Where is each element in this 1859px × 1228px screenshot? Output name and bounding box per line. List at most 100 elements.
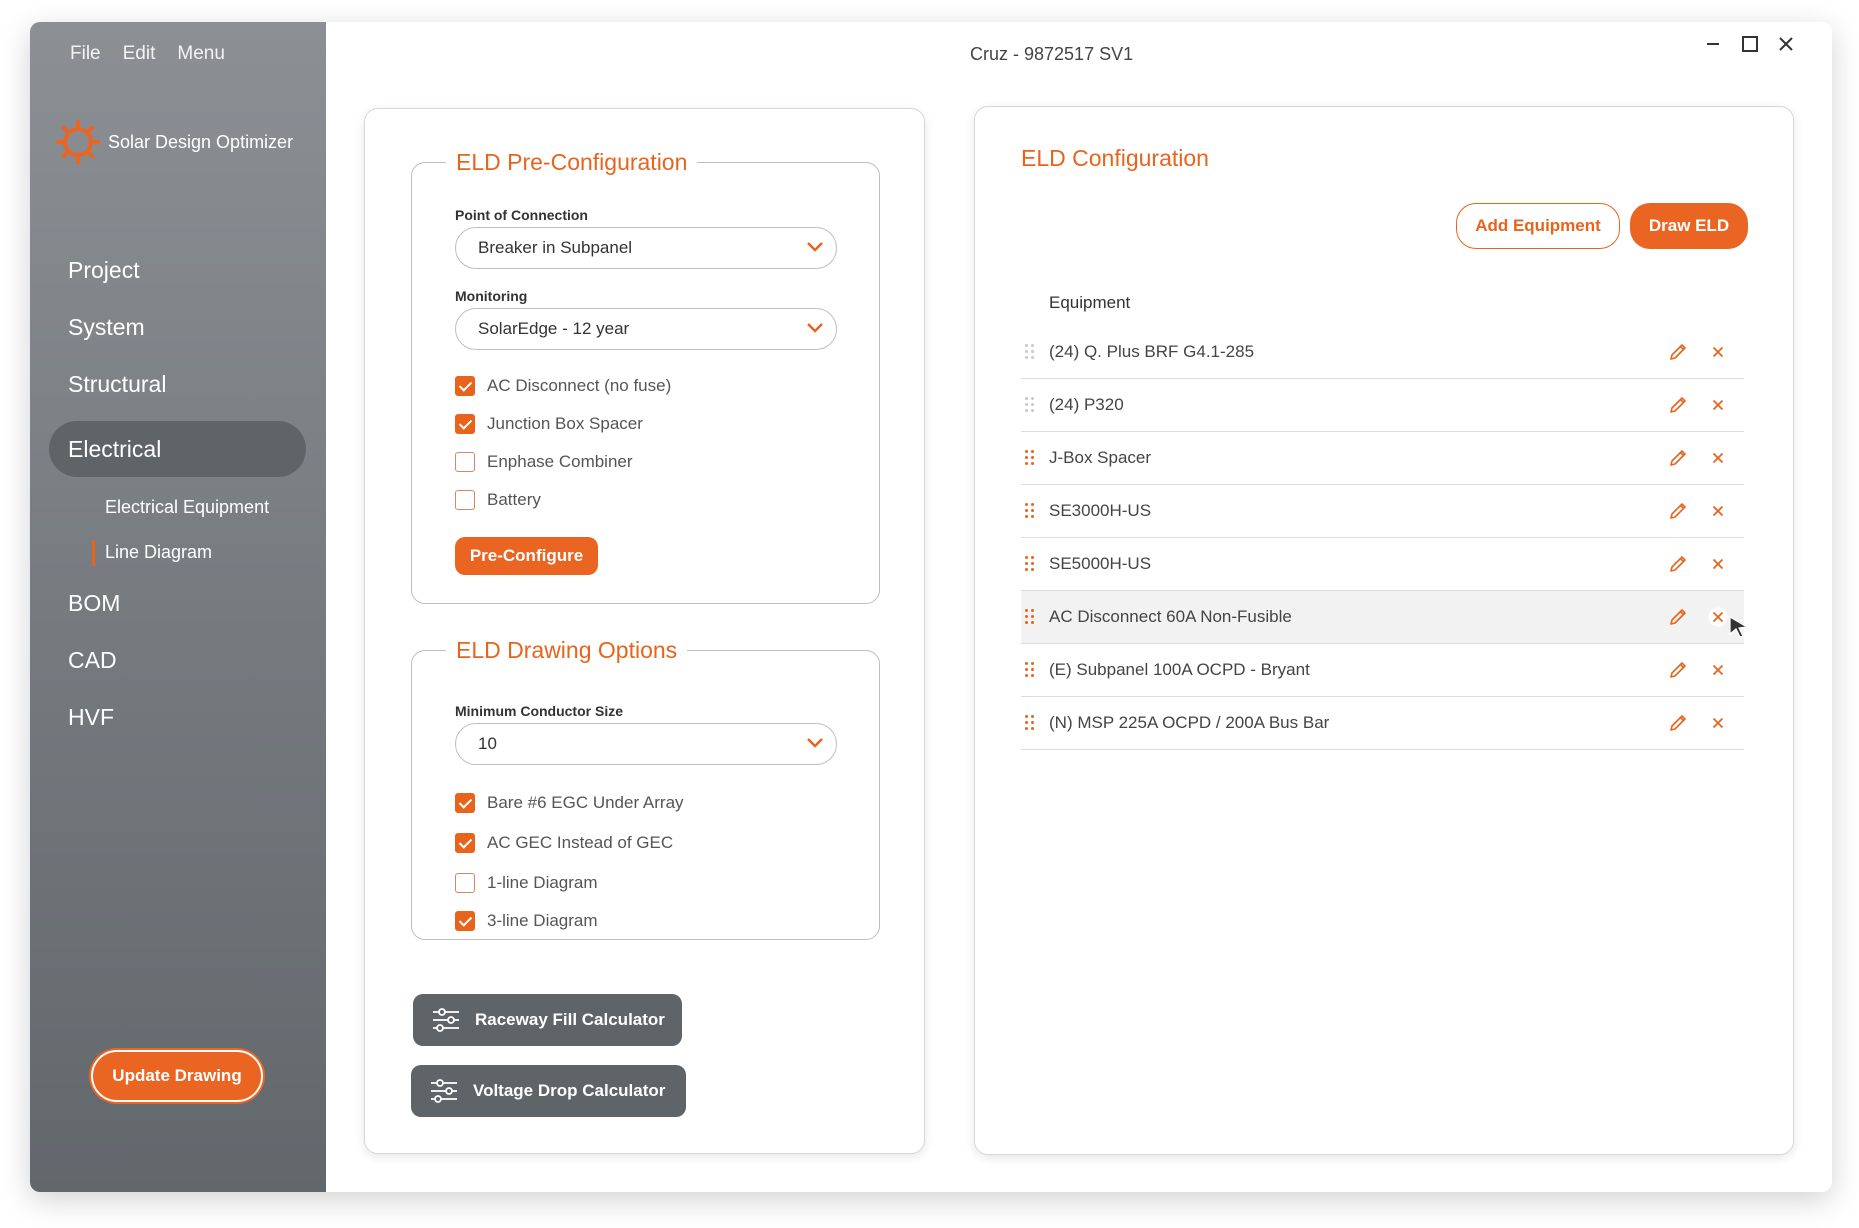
pencil-icon[interactable]	[1668, 501, 1688, 521]
table-row[interactable]: (24) Q. Plus BRF G4.1-285	[1021, 326, 1744, 379]
checkbox[interactable]	[455, 911, 475, 931]
table-row[interactable]: J-Box Spacer	[1021, 432, 1744, 485]
menu-menu[interactable]: Menu	[177, 43, 225, 65]
poc-select[interactable]: Breaker in Subpanel	[455, 227, 837, 269]
monitoring-select-value: SolarEdge - 12 year	[478, 319, 630, 338]
equipment-name: (24) Q. Plus BRF G4.1-285	[1049, 342, 1255, 361]
sidebar-item-bom[interactable]: BOM	[30, 575, 326, 632]
check-enphase-combiner[interactable]: Enphase Combiner	[455, 452, 633, 472]
raceway-fill-calculator-button[interactable]: Raceway Fill Calculator	[413, 994, 682, 1046]
drag-handle-icon[interactable]	[1025, 344, 1035, 360]
pre-configure-button[interactable]: Pre-Configure	[455, 537, 598, 575]
drag-handle-icon[interactable]	[1025, 503, 1035, 519]
checkbox[interactable]	[455, 873, 475, 893]
checkbox[interactable]	[455, 833, 475, 853]
check-label: Bare #6 EGC Under Array	[487, 793, 684, 812]
drag-handle-icon[interactable]	[1025, 715, 1035, 731]
check-ac-disconnect[interactable]: AC Disconnect (no fuse)	[455, 376, 671, 396]
poc-select-value: Breaker in Subpanel	[478, 238, 633, 257]
pencil-icon[interactable]	[1668, 448, 1688, 468]
app-name: Solar Design Optimizer	[108, 131, 294, 152]
table-row[interactable]: (N) MSP 225A OCPD / 200A Bus Bar	[1021, 697, 1744, 750]
app-window: File Edit Menu Solar Design Optimizer Pr…	[30, 22, 1832, 1192]
close-icon[interactable]	[1776, 34, 1796, 54]
delete-x-icon[interactable]	[1708, 713, 1728, 733]
delete-x-icon[interactable]	[1708, 554, 1728, 574]
eld-drawing-options-title: ELD Drawing Options	[456, 637, 678, 663]
checkbox[interactable]	[455, 414, 475, 434]
delete-x-icon[interactable]	[1708, 501, 1728, 521]
monitoring-select[interactable]: SolarEdge - 12 year	[455, 308, 837, 350]
checkbox[interactable]	[455, 490, 475, 510]
sidebar-item-electrical[interactable]: Electrical	[49, 421, 306, 477]
table-row[interactable]: (24) P320	[1021, 379, 1744, 432]
check-label: 1-line Diagram	[487, 873, 598, 892]
equipment-name: AC Disconnect 60A Non-Fusible	[1049, 607, 1292, 626]
chevron-down-icon	[807, 323, 823, 333]
row-actions	[1668, 660, 1728, 680]
delete-x-icon[interactable]	[1708, 395, 1728, 415]
pencil-icon[interactable]	[1668, 607, 1688, 627]
maximize-icon[interactable]	[1740, 34, 1760, 54]
sidebar-item-structural[interactable]: Structural	[30, 356, 326, 413]
drag-handle-icon[interactable]	[1025, 662, 1035, 678]
pencil-icon[interactable]	[1668, 660, 1688, 680]
delete-x-icon[interactable]	[1708, 660, 1728, 680]
monitoring-label: Monitoring	[455, 288, 528, 304]
pencil-icon[interactable]	[1668, 713, 1688, 733]
sidebar-subitem-electrical-equipment[interactable]: Electrical Equipment	[30, 485, 326, 530]
table-row[interactable]: AC Disconnect 60A Non-Fusible	[1021, 591, 1749, 644]
sidebar-item-system[interactable]: System	[30, 299, 326, 356]
pencil-icon[interactable]	[1668, 395, 1688, 415]
sidebar-item-hvf[interactable]: HVF	[30, 689, 326, 746]
check-3-line[interactable]: 3-line Diagram	[455, 911, 598, 931]
window-title: Cruz - 9872517 SV1	[970, 44, 1134, 64]
pencil-icon[interactable]	[1668, 554, 1688, 574]
voltage-drop-calculator-button[interactable]: Voltage Drop Calculator	[411, 1065, 686, 1117]
eld-configuration-panel: ELD Configuration Add Equipment Draw ELD…	[974, 106, 1794, 1155]
row-actions	[1668, 713, 1728, 733]
mouse-cursor-icon	[1729, 615, 1749, 638]
add-equipment-button[interactable]: Add Equipment	[1456, 203, 1620, 249]
minimize-icon[interactable]	[1704, 34, 1724, 54]
row-actions	[1668, 501, 1728, 521]
drag-handle-icon[interactable]	[1025, 397, 1035, 413]
check-label: Enphase Combiner	[487, 452, 633, 471]
row-actions	[1668, 395, 1728, 415]
check-1-line[interactable]: 1-line Diagram	[455, 873, 598, 893]
delete-x-icon[interactable]	[1708, 607, 1728, 627]
check-ac-gec[interactable]: AC GEC Instead of GEC	[455, 833, 673, 853]
drag-handle-icon[interactable]	[1025, 450, 1035, 466]
check-battery[interactable]: Battery	[455, 490, 541, 510]
sidebar-item-project[interactable]: Project	[30, 242, 326, 299]
delete-x-icon[interactable]	[1708, 342, 1728, 362]
table-row[interactable]: SE3000H-US	[1021, 485, 1744, 538]
eld-drawing-options-group: ELD Drawing Options	[411, 637, 880, 940]
sidebar-item-cad[interactable]: CAD	[30, 632, 326, 689]
pencil-icon[interactable]	[1668, 342, 1688, 362]
draw-eld-button[interactable]: Draw ELD	[1630, 203, 1748, 249]
table-row[interactable]: (E) Subpanel 100A OCPD - Bryant	[1021, 644, 1744, 697]
checkbox[interactable]	[455, 793, 475, 813]
drag-handle-icon[interactable]	[1025, 556, 1035, 572]
window-controls	[1704, 34, 1796, 54]
menu-file[interactable]: File	[70, 43, 101, 65]
check-bare-egc[interactable]: Bare #6 EGC Under Array	[455, 793, 684, 813]
sun-logo-icon	[56, 120, 100, 164]
equipment-list: (24) Q. Plus BRF G4.1-285 (24) P320 J-Box …	[1021, 326, 1749, 750]
conductor-size-value: 10	[478, 734, 497, 753]
checkbox[interactable]	[455, 376, 475, 396]
sliders-icon	[431, 1079, 457, 1103]
drag-handle-icon[interactable]	[1025, 609, 1035, 625]
table-row[interactable]: SE5000H-US	[1021, 538, 1744, 591]
brand: Solar Design Optimizer	[54, 118, 293, 166]
sidebar-subitem-line-diagram[interactable]: Line Diagram	[30, 530, 326, 575]
check-label: 3-line Diagram	[487, 911, 598, 930]
update-drawing-button[interactable]: Update Drawing	[91, 1050, 263, 1102]
equipment-name: SE5000H-US	[1049, 554, 1152, 573]
check-junction-box-spacer[interactable]: Junction Box Spacer	[455, 414, 643, 434]
checkbox[interactable]	[455, 452, 475, 472]
menu-edit[interactable]: Edit	[123, 43, 156, 65]
delete-x-icon[interactable]	[1708, 448, 1728, 468]
conductor-size-select[interactable]: 10	[455, 723, 837, 765]
